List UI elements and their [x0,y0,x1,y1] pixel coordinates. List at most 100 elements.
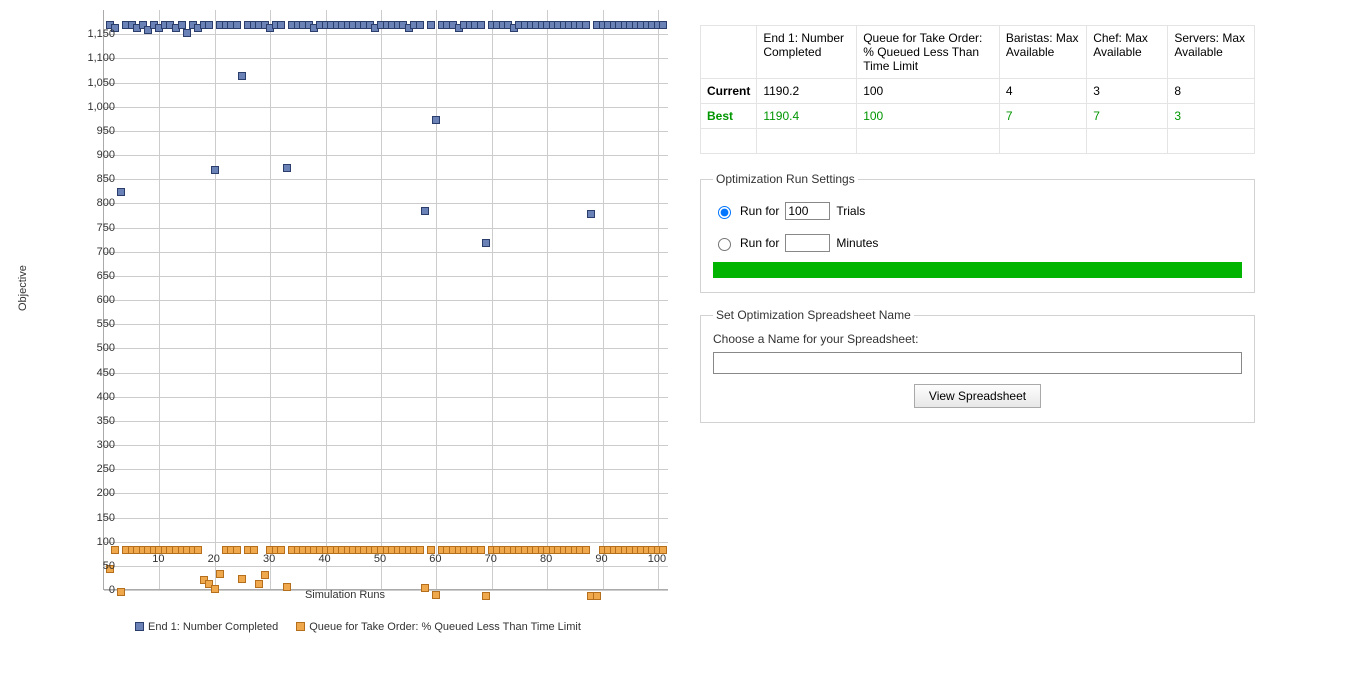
data-point [183,29,191,37]
app-container: Objective Simulation Runs End 1: Number … [5,5,1355,693]
trials-input[interactable] [785,202,830,220]
data-point [587,210,595,218]
y-tick: 450 [75,367,115,379]
y-tick: 800 [75,197,115,209]
x-tick: 60 [429,553,441,565]
results-cell: 1190.2 [757,79,857,104]
results-row-label: Current [701,79,757,104]
y-tick: 900 [75,149,115,161]
spreadsheet-legend: Set Optimization Spreadsheet Name [713,308,914,322]
data-point [216,570,224,578]
results-row: Best1190.4100773 [701,104,1255,129]
y-tick: 950 [75,125,115,137]
objective-chart: Objective Simulation Runs End 1: Number … [5,5,685,645]
data-point [233,21,241,29]
data-point [261,571,269,579]
run-trials-radio[interactable] [718,206,731,219]
x-tick: 10 [152,553,164,565]
plot-area [103,10,668,590]
controls-panel: End 1: Number CompletedQueue for Take Or… [700,5,1255,693]
data-point [211,585,219,593]
data-point [477,546,485,554]
trials-suffix: Trials [836,204,865,218]
run-trials-row: Run for Trials [713,202,1242,220]
legend-swatch-blue [135,622,144,631]
results-col-header: Servers: Max Available [1168,26,1255,79]
x-tick: 90 [595,553,607,565]
x-tick: 80 [540,553,552,565]
y-tick: 600 [75,294,115,306]
y-tick: 300 [75,439,115,451]
data-point [211,166,219,174]
run-for-label-1: Run for [740,204,779,218]
run-for-label-2: Run for [740,236,779,250]
progress-bar [713,262,1242,278]
results-cell: 4 [999,79,1086,104]
data-point [427,21,435,29]
data-point [238,575,246,583]
chart-panel: Objective Simulation Runs End 1: Number … [5,5,685,685]
y-tick: 100 [75,536,115,548]
data-point [205,21,213,29]
data-point [255,580,263,588]
spreadsheet-prompt: Choose a Name for your Spreadsheet: [713,332,1242,346]
spreadsheet-settings: Set Optimization Spreadsheet Name Choose… [700,308,1255,423]
data-point [250,546,258,554]
results-cell: 3 [1087,79,1168,104]
data-point [283,164,291,172]
data-point [432,116,440,124]
results-col-header [701,26,757,79]
x-tick: 100 [648,553,666,565]
data-point [582,546,590,554]
spreadsheet-name-input[interactable] [713,352,1242,374]
results-col-header: Baristas: Max Available [999,26,1086,79]
minutes-suffix: Minutes [836,236,878,250]
data-point [117,588,125,596]
y-tick: 750 [75,222,115,234]
x-tick: 40 [318,553,330,565]
y-tick: 650 [75,270,115,282]
settings-legend: Optimization Run Settings [713,172,858,186]
data-point [277,546,285,554]
minutes-input[interactable] [785,234,830,252]
data-point [416,546,424,554]
y-axis-label: Objective [17,265,29,311]
data-point [416,21,424,29]
y-tick: 500 [75,342,115,354]
legend-item-2: Queue for Take Order: % Queued Less Than… [296,621,581,633]
x-tick: 20 [208,553,220,565]
results-row: Current1190.2100438 [701,79,1255,104]
results-cell: 8 [1168,79,1255,104]
results-col-header: End 1: Number Completed [757,26,857,79]
optimization-settings: Optimization Run Settings Run for Trials… [700,172,1255,293]
x-tick: 70 [485,553,497,565]
legend-label-2: Queue for Take Order: % Queued Less Than… [309,621,581,633]
data-point [421,584,429,592]
y-tick: 1,150 [75,28,115,40]
results-cell: 7 [999,104,1086,129]
view-spreadsheet-button[interactable]: View Spreadsheet [914,384,1041,408]
results-row-empty [701,129,1255,154]
data-point [117,188,125,196]
run-minutes-radio[interactable] [718,238,731,251]
data-point [582,21,590,29]
results-cell: 100 [857,79,1000,104]
results-cell: 3 [1168,104,1255,129]
data-point [482,592,490,600]
data-point [593,592,601,600]
legend-item-1: End 1: Number Completed [135,621,278,633]
data-point [482,239,490,247]
results-cell: 7 [1087,104,1168,129]
y-tick: 350 [75,415,115,427]
data-point [477,21,485,29]
results-col-header: Chef: Max Available [1087,26,1168,79]
y-tick: 1,050 [75,77,115,89]
legend-label-1: End 1: Number Completed [148,621,278,633]
x-tick: 50 [374,553,386,565]
results-row-label: Best [701,104,757,129]
data-point [659,21,667,29]
results-col-header: Queue for Take Order: % Queued Less Than… [857,26,1000,79]
y-tick: 200 [75,487,115,499]
y-tick: 0 [75,584,115,596]
results-cell: 1190.4 [757,104,857,129]
